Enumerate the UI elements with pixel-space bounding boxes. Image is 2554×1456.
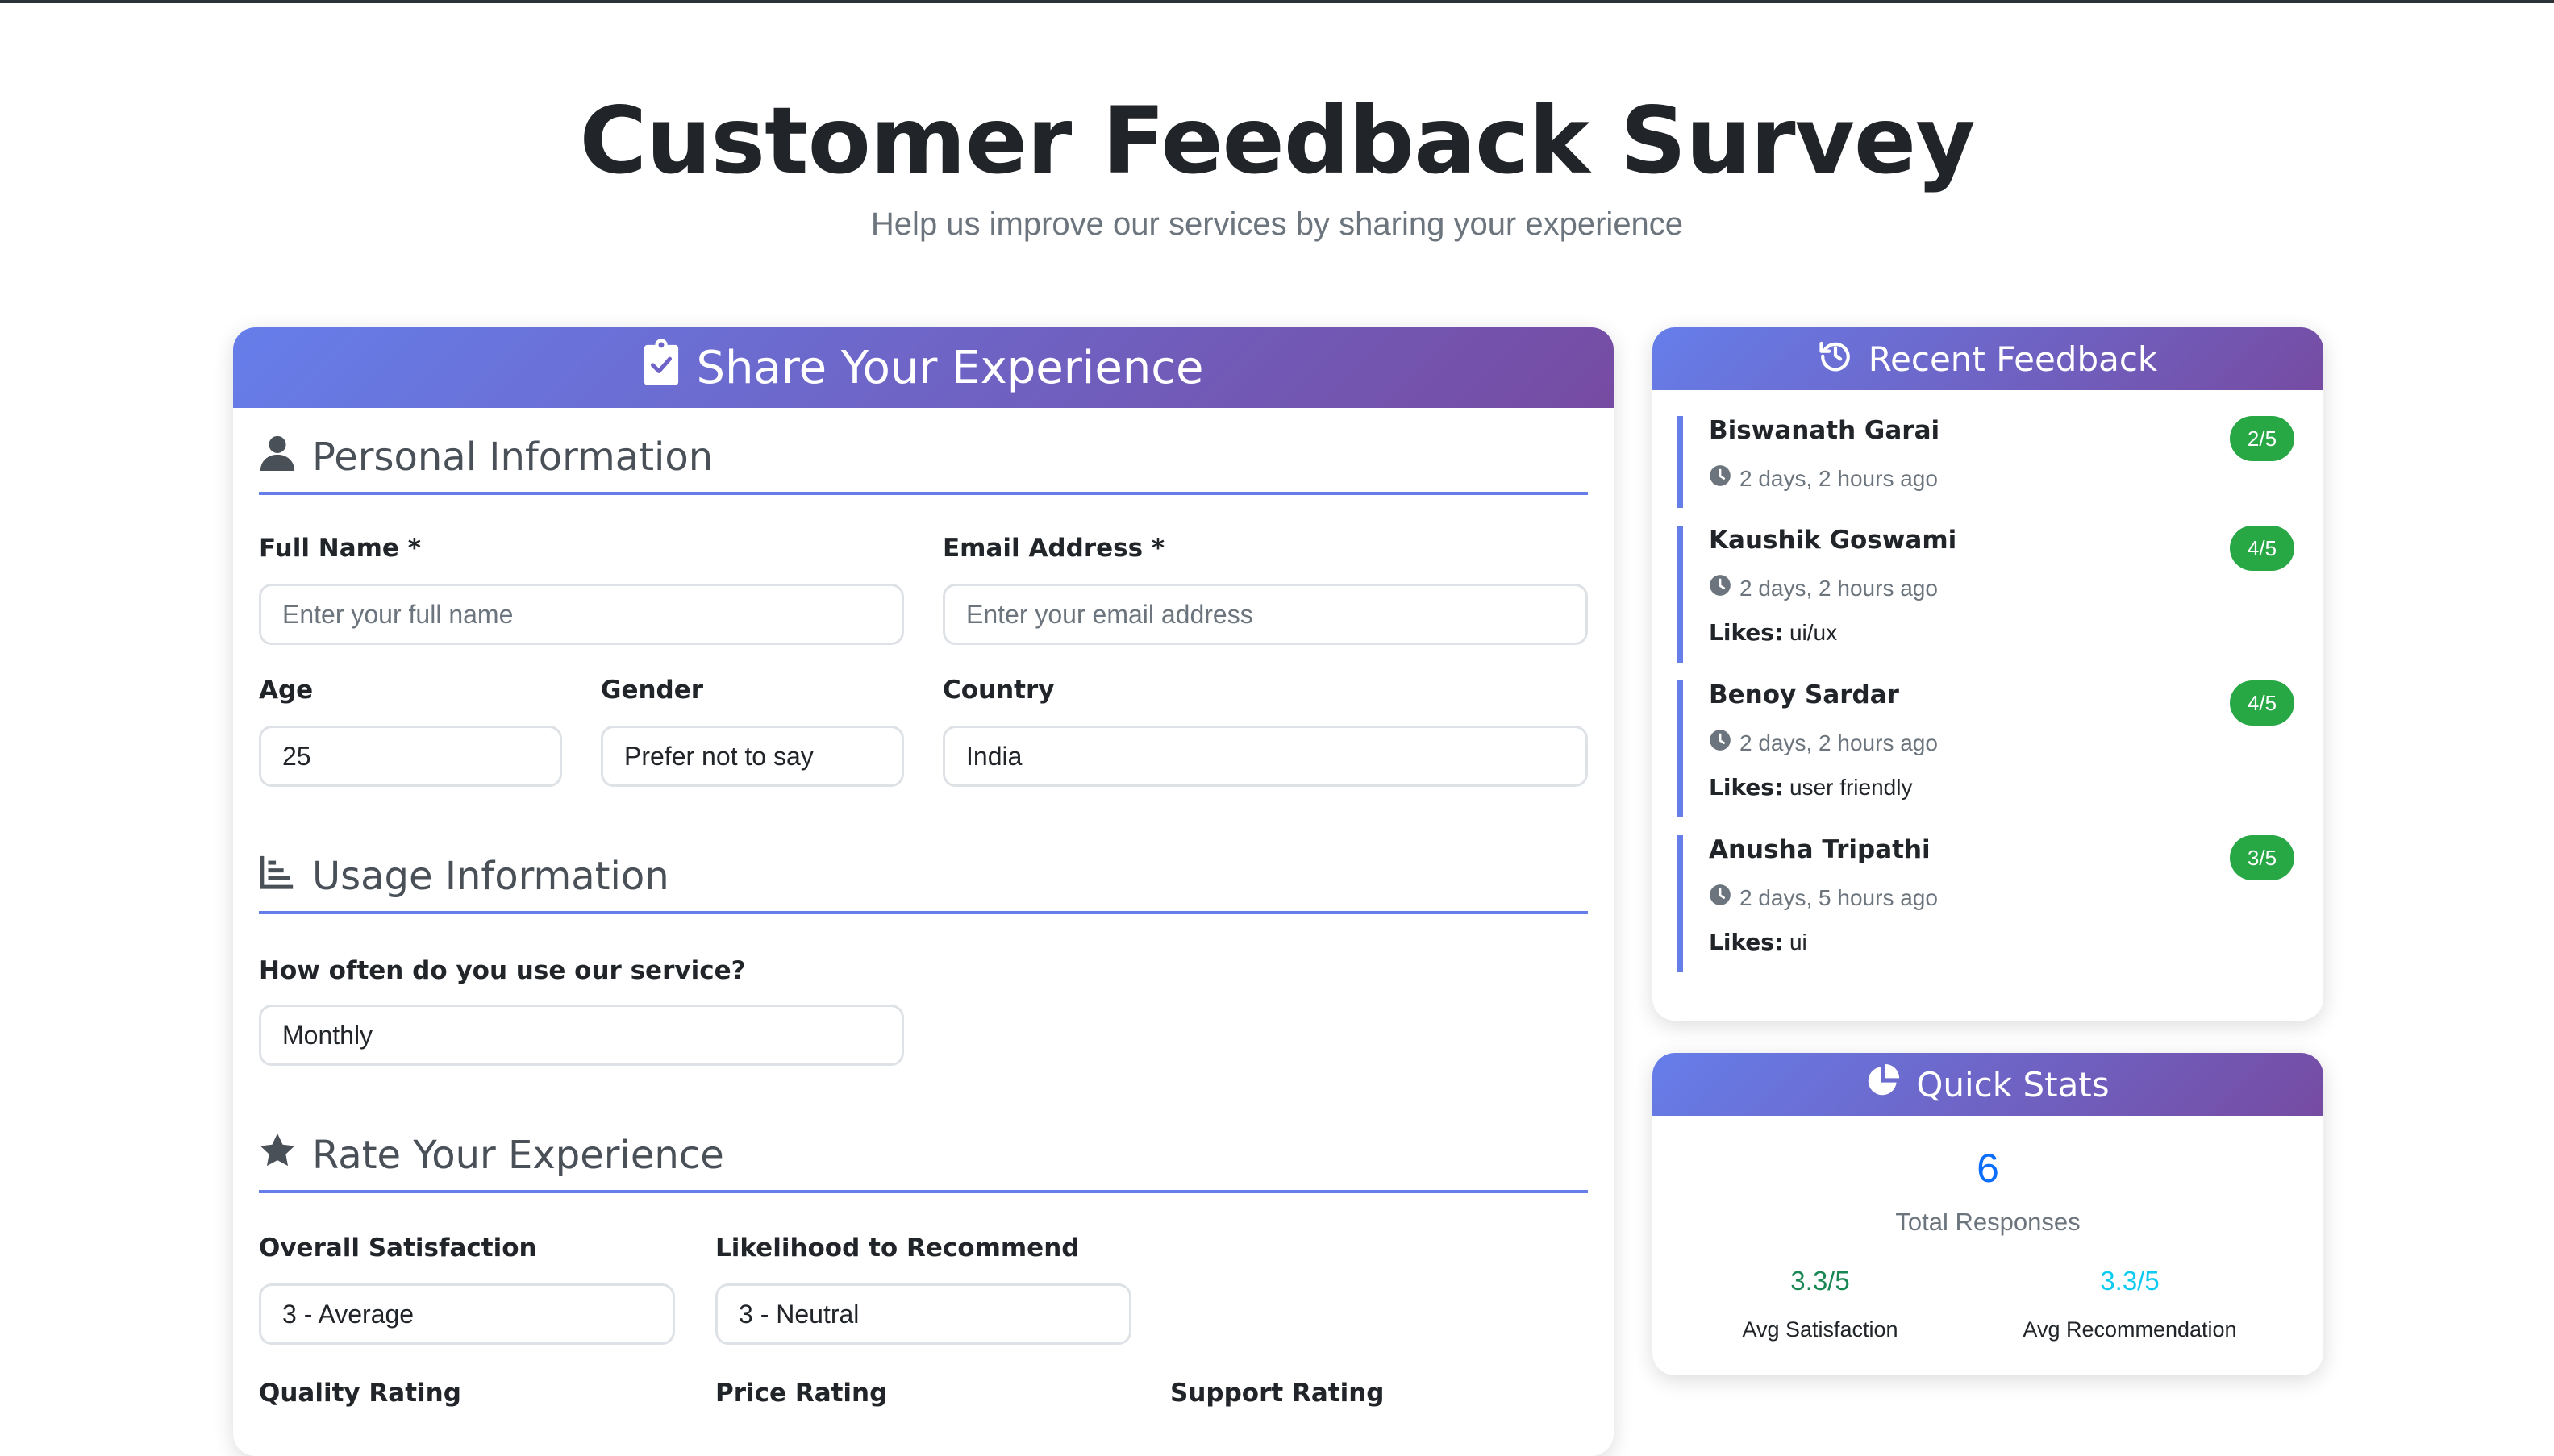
age-label: Age: [259, 676, 314, 705]
likes-value: user friendly: [1789, 775, 1913, 800]
recommend-label: Likelihood to Recommend: [715, 1233, 1080, 1263]
quick-stats-header: Quick Stats: [1652, 1053, 2323, 1116]
age-input[interactable]: 25: [259, 726, 562, 787]
clipboard-check-icon: [643, 339, 680, 397]
avg-recommendation-label: Avg Recommendation: [2023, 1317, 2237, 1342]
feedback-time: 2 days, 2 hours ago: [1709, 464, 1938, 493]
star-icon: [259, 1132, 296, 1179]
total-responses-value: 6: [1977, 1146, 1999, 1191]
feedback-likes: Likes: ui/ux: [1709, 619, 1837, 646]
chart-bar-icon: [259, 853, 296, 900]
overall-satisfaction-label: Overall Satisfaction: [259, 1233, 537, 1263]
list-item: Benoy Sardar 4/5 2 days, 2 hours ago Lik…: [1677, 680, 2294, 817]
overall-satisfaction-select[interactable]: 3 - Average: [259, 1283, 675, 1345]
page-title: Customer Feedback Survey: [579, 87, 1975, 194]
quick-stats-card: Quick Stats 6 Total Responses 3.3/5 Avg …: [1652, 1053, 2323, 1375]
feedback-time: 2 days, 2 hours ago: [1709, 574, 1938, 602]
quick-stats-title: Quick Stats: [1916, 1064, 2110, 1104]
price-rating-label: Price Rating: [715, 1379, 888, 1408]
feedback-time: 2 days, 2 hours ago: [1709, 729, 1938, 757]
score-badge: 2/5: [2230, 416, 2294, 461]
recent-feedback-header: Recent Feedback: [1652, 327, 2323, 390]
feedback-time-text: 2 days, 2 hours ago: [1739, 730, 1938, 755]
full-name-label: Full Name *: [259, 534, 421, 563]
avg-satisfaction-label: Avg Satisfaction: [1742, 1317, 1898, 1342]
clock-icon: [1709, 464, 1731, 493]
feedback-likes: Likes: ui: [1709, 929, 1807, 955]
email-input[interactable]: Enter your email address: [943, 584, 1588, 645]
section-title-text: Usage Information: [312, 854, 669, 899]
pie-chart-icon: [1866, 1063, 1900, 1105]
personal-info-section-title: Personal Information: [259, 434, 1588, 495]
likes-label: Likes:: [1709, 774, 1784, 801]
total-responses-label: Total Responses: [1895, 1208, 2081, 1236]
avg-recommendation-value: 3.3/5: [2100, 1266, 2160, 1296]
score-badge: 4/5: [2230, 680, 2294, 726]
list-item: Anusha Tripathi 3/5 2 days, 5 hours ago …: [1677, 835, 2294, 972]
gender-label: Gender: [601, 676, 704, 705]
section-title-text: Rate Your Experience: [312, 1133, 724, 1178]
full-name-input[interactable]: Enter your full name: [259, 584, 904, 645]
list-item: Kaushik Goswami 4/5 2 days, 2 hours ago …: [1677, 526, 2294, 663]
quality-rating-label: Quality Rating: [259, 1379, 461, 1408]
recent-feedback-card: Recent Feedback Biswanath Garai 2/5 2 da…: [1652, 327, 2323, 1021]
email-label: Email Address *: [943, 534, 1165, 563]
list-item: Biswanath Garai 2/5 2 days, 2 hours ago: [1677, 416, 2294, 508]
usage-frequency-select[interactable]: Monthly: [259, 1005, 904, 1066]
recommend-select[interactable]: 3 - Neutral: [715, 1283, 1131, 1345]
form-card-title: Share Your Experience: [696, 341, 1204, 394]
clock-icon: [1709, 884, 1731, 912]
usage-frequency-label: How often do you use our service?: [259, 956, 746, 985]
gender-select[interactable]: Prefer not to say: [601, 726, 904, 787]
likes-label: Likes:: [1709, 929, 1784, 955]
history-icon: [1819, 338, 1852, 380]
feedback-name: Benoy Sardar: [1709, 680, 1899, 709]
section-title-text: Personal Information: [312, 435, 714, 480]
feedback-name: Biswanath Garai: [1709, 416, 1940, 445]
clock-icon: [1709, 574, 1731, 602]
feedback-time: 2 days, 5 hours ago: [1709, 884, 1938, 912]
likes-value: ui/ux: [1789, 620, 1838, 645]
avg-satisfaction-value: 3.3/5: [1790, 1266, 1850, 1296]
support-rating-label: Support Rating: [1170, 1379, 1385, 1408]
feedback-name: Kaushik Goswami: [1709, 526, 1957, 555]
feedback-time-text: 2 days, 5 hours ago: [1739, 884, 1938, 910]
country-label: Country: [943, 676, 1055, 705]
clock-icon: [1709, 729, 1731, 757]
score-badge: 3/5: [2230, 835, 2294, 880]
usage-info-section-title: Usage Information: [259, 853, 1588, 914]
likes-value: ui: [1789, 930, 1807, 955]
score-badge: 4/5: [2230, 526, 2294, 571]
window-top-border: [0, 0, 2554, 3]
recent-feedback-title: Recent Feedback: [1868, 339, 2158, 379]
likes-label: Likes:: [1709, 619, 1784, 646]
form-card-header: Share Your Experience: [233, 327, 1614, 408]
survey-form-card: Share Your Experience Personal Informati…: [233, 327, 1614, 1456]
feedback-likes: Likes: user friendly: [1709, 774, 1912, 801]
feedback-time-text: 2 days, 2 hours ago: [1739, 575, 1938, 601]
feedback-name: Anusha Tripathi: [1709, 835, 1931, 864]
page-subtitle: Help us improve our services by sharing …: [870, 206, 1684, 242]
user-icon: [259, 434, 296, 480]
rate-section-title: Rate Your Experience: [259, 1132, 1588, 1193]
country-input[interactable]: India: [943, 726, 1588, 787]
feedback-time-text: 2 days, 2 hours ago: [1739, 465, 1938, 491]
